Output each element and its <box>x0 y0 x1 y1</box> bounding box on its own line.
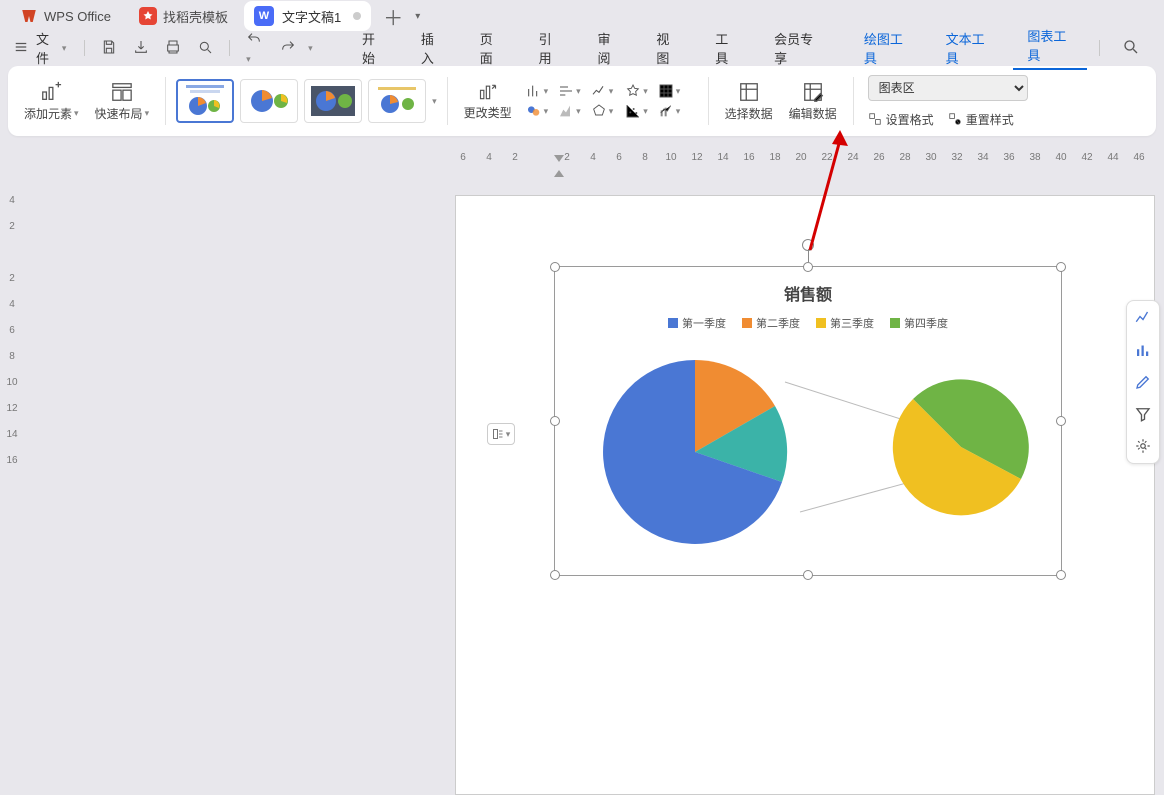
file-menu[interactable]: 文件▾ <box>36 29 66 67</box>
undo-icon[interactable]: ▾ <box>242 31 268 65</box>
area-icon[interactable]: ▾ <box>558 103 581 119</box>
main-pie[interactable] <box>595 352 795 552</box>
star-icon[interactable]: ▾ <box>625 83 648 99</box>
app-tab-wps-label: WPS Office <box>44 9 111 24</box>
menu-member[interactable]: 会员专享 <box>760 29 834 67</box>
grid-icon[interactable]: ▾ <box>658 83 681 99</box>
app-tab-docer-label: 找稻壳模板 <box>163 7 228 26</box>
preview-icon[interactable] <box>193 39 217 58</box>
search-icon[interactable] <box>1112 38 1150 59</box>
save-icon[interactable] <box>97 39 121 58</box>
menu-start[interactable]: 开始 <box>348 29 399 67</box>
resize-handle[interactable] <box>803 262 813 272</box>
line-icon[interactable]: ▾ <box>591 83 614 99</box>
qa-more-icon[interactable]: ▾ <box>308 43 313 54</box>
app-tab-wps[interactable]: WPS Office <box>8 3 123 29</box>
set-format-button[interactable]: 设置格式 <box>868 111 934 128</box>
reset-style-button[interactable]: 重置样式 <box>948 111 1014 128</box>
style-thumb-1[interactable] <box>176 79 234 123</box>
ribbon: 添加元素▾ 快速布局▾ ▾ 更改类型 ▾ ▾ ▾ ▾ ▾ ▾ <box>8 66 1156 136</box>
menu-review[interactable]: 审阅 <box>584 29 635 67</box>
combo-icon[interactable]: ▾ <box>658 103 681 119</box>
chart-elements-icon[interactable] <box>1130 305 1156 331</box>
vertical-ruler: 42246810121416 <box>3 195 21 481</box>
indent-marker-top-icon[interactable] <box>554 155 564 163</box>
edit-data-button[interactable]: 编辑数据 <box>783 81 843 122</box>
quick-layout-button[interactable]: 快速布局▾ <box>89 81 156 122</box>
chart-brush-icon[interactable] <box>1130 369 1156 395</box>
document-tab[interactable]: W 文字文稿1 <box>244 1 371 31</box>
change-type-button[interactable]: 更改类型 <box>458 82 518 121</box>
colors-icon[interactable]: ▾ <box>526 103 549 119</box>
new-tab-button[interactable]: ＋ <box>375 2 411 31</box>
document-tab-label: 文字文稿1 <box>282 7 341 26</box>
chart-format-grid: ▾ ▾ ▾ ▾ ▾ ▾ <box>522 83 618 119</box>
chart-style-gallery[interactable]: ▾ <box>176 79 437 123</box>
menu-tools[interactable]: 工具 <box>701 29 752 67</box>
menu-draw-tools[interactable]: 绘图工具 <box>850 29 924 67</box>
tab-menu-chevron-icon[interactable]: ▾ <box>415 11 420 22</box>
chart-settings-icon[interactable] <box>1130 433 1156 459</box>
menu-text-tools[interactable]: 文本工具 <box>932 29 1006 67</box>
scatter-icon[interactable]: ▾ <box>625 103 648 119</box>
bars-icon[interactable]: ▾ <box>526 83 549 99</box>
resize-handle[interactable] <box>1056 262 1066 272</box>
menu-reference[interactable]: 引用 <box>525 29 576 67</box>
layout-options-button[interactable]: ▾ <box>487 423 515 445</box>
print-icon[interactable] <box>161 39 185 58</box>
style-thumb-2[interactable] <box>240 79 298 123</box>
resize-handle[interactable] <box>550 570 560 580</box>
radar-icon[interactable]: ▾ <box>591 103 614 119</box>
select-data-button[interactable]: 选择数据 <box>719 81 779 122</box>
menu-view[interactable]: 视图 <box>642 29 693 67</box>
resize-handle[interactable] <box>1056 570 1066 580</box>
app-tab-docer[interactable]: 找稻壳模板 <box>127 3 240 30</box>
menu-page[interactable]: 页面 <box>466 29 517 67</box>
chart-legend[interactable]: 第一季度 第二季度 第三季度 第四季度 <box>555 315 1061 331</box>
resize-handle[interactable] <box>803 570 813 580</box>
resize-handle[interactable] <box>550 262 560 272</box>
menu-chart-tools[interactable]: 图表工具 <box>1013 26 1087 70</box>
chart-filter-icon[interactable] <box>1130 401 1156 427</box>
add-element-button[interactable]: 添加元素▾ <box>18 81 85 122</box>
chart-object[interactable]: 销售额 第一季度 第二季度 第三季度 第四季度 <box>554 266 1062 576</box>
style-more-icon[interactable]: ▾ <box>432 96 437 107</box>
chart-format-grid-2: ▾ ▾ . ▾ ▾ . <box>621 83 697 119</box>
redo-icon[interactable] <box>276 39 300 58</box>
unsaved-dot-icon <box>353 12 361 20</box>
hbars-icon[interactable]: ▾ <box>558 83 581 99</box>
chart-title[interactable]: 销售额 <box>555 281 1061 305</box>
export-icon[interactable] <box>129 39 153 58</box>
indent-marker-bottom-icon[interactable] <box>554 170 564 178</box>
hamburger-icon[interactable] <box>14 40 28 57</box>
sub-pie[interactable] <box>891 377 1031 517</box>
chart-styles-icon[interactable] <box>1130 337 1156 363</box>
chart-side-toolbar <box>1126 300 1160 464</box>
document-page: 销售额 第一季度 第二季度 第三季度 第四季度 <box>455 195 1155 795</box>
style-thumb-4[interactable] <box>368 79 426 123</box>
style-thumb-3[interactable] <box>304 79 362 123</box>
menu-insert[interactable]: 插入 <box>407 29 458 67</box>
chart-area-select[interactable]: 图表区 <box>868 75 1028 101</box>
